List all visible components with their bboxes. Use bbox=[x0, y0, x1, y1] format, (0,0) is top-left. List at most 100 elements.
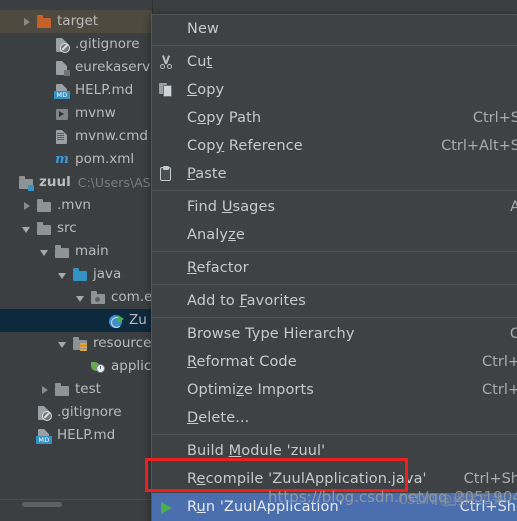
tree-row[interactable]: Zu bbox=[0, 309, 152, 332]
tree-row[interactable]: com.e bbox=[0, 286, 152, 309]
tree-row[interactable]: zuul C:\Users\ASU bbox=[0, 171, 152, 194]
menu-item[interactable]: Optimize Imports Ctrl+ bbox=[152, 376, 517, 404]
menu-item[interactable]: Refactor bbox=[152, 254, 517, 282]
menu-item-label: Browse Type Hierarchy bbox=[187, 326, 355, 342]
tree-row[interactable]: MD HELP.md bbox=[0, 424, 152, 447]
run-icon bbox=[158, 499, 174, 515]
menu-item[interactable]: Build Module 'zuul' bbox=[152, 437, 517, 465]
ide-window: target .gitignore eurekaserver.i MD HELP.md m… bbox=[0, 0, 517, 521]
menu-item-shortcut: A bbox=[510, 199, 517, 215]
markdown-file-icon: MD bbox=[36, 428, 52, 444]
file-icon bbox=[54, 60, 70, 76]
menu-item[interactable]: Copy Path Ctrl+S bbox=[152, 104, 517, 132]
menu-separator bbox=[152, 284, 517, 285]
menu-item-label: Optimize Imports bbox=[187, 382, 314, 398]
tree-row-label: eurekaserver.i bbox=[75, 59, 152, 75]
tree-row[interactable]: src bbox=[0, 217, 152, 240]
tree-row[interactable]: target bbox=[0, 10, 152, 33]
context-menu[interactable]: New Cut Copy Copy Path Ctrl+S Copy Reference C… bbox=[151, 14, 517, 521]
tree-row[interactable]: MD HELP.md bbox=[0, 79, 152, 102]
chevron-down-icon[interactable] bbox=[76, 293, 86, 303]
menu-item-label: Copy Reference bbox=[187, 138, 303, 154]
tree-row-label: src bbox=[57, 220, 77, 236]
chevron-down-icon[interactable] bbox=[58, 270, 68, 280]
menu-item[interactable]: Analyze bbox=[152, 221, 517, 249]
tree-row-label: java bbox=[93, 266, 122, 282]
tree-row[interactable]: mvnw.cmd bbox=[0, 125, 152, 148]
tree-row[interactable]: .gitignore bbox=[0, 401, 152, 424]
tree-row-label: .mvn bbox=[57, 197, 91, 213]
tree-row[interactable]: test bbox=[0, 378, 152, 401]
folder-gray-icon bbox=[36, 198, 52, 214]
menu-item-label: Find Usages bbox=[187, 199, 276, 215]
chevron-right-icon[interactable] bbox=[40, 385, 50, 395]
menu-item-label: Cut bbox=[187, 54, 213, 70]
menu-item-label: Refactor bbox=[187, 260, 249, 276]
tree-row-label: com.e bbox=[111, 289, 152, 305]
menu-item[interactable]: Add to Favorites bbox=[152, 287, 517, 315]
tree-row[interactable]: eurekaserver.i bbox=[0, 56, 152, 79]
menu-item[interactable]: Copy bbox=[152, 76, 517, 104]
tree-row-label: applic bbox=[111, 358, 152, 374]
tree-row-label: test bbox=[75, 381, 101, 397]
project-tree[interactable]: target .gitignore eurekaserver.i MD HELP.md m… bbox=[0, 0, 152, 507]
chevron-down-icon[interactable] bbox=[40, 247, 50, 257]
tree-row-label: mvnw.cmd bbox=[75, 128, 148, 144]
menu-item[interactable]: Reformat Code Ctrl+ bbox=[152, 348, 517, 376]
folder-gray-icon bbox=[54, 244, 70, 260]
tree-row-label: HELP.md bbox=[75, 82, 134, 98]
menu-item-shortcut: Ctrl+S bbox=[472, 110, 517, 126]
tree-row-label: .gitignore bbox=[57, 404, 122, 420]
menu-item-label: Delete... bbox=[187, 410, 250, 426]
menu-item-shortcut: Ctrl+ bbox=[482, 382, 517, 398]
tree-row[interactable]: applic bbox=[0, 355, 152, 378]
gitignore-file-icon bbox=[36, 405, 52, 421]
folder-orange-icon bbox=[36, 14, 52, 30]
tree-row[interactable]: mvnw bbox=[0, 102, 152, 125]
tree-row[interactable]: .gitignore bbox=[0, 33, 152, 56]
menu-item-shortcut: C bbox=[509, 326, 517, 342]
tree-row-label: mvnw bbox=[75, 105, 116, 121]
menu-item-label: Copy Path bbox=[187, 110, 262, 126]
tree-row[interactable]: resource bbox=[0, 332, 152, 355]
menu-item-label: Add to Favorites bbox=[187, 293, 306, 309]
folder-source-icon bbox=[72, 267, 88, 283]
chevron-down-icon[interactable] bbox=[58, 339, 68, 349]
menu-item-label: Recompile 'ZuulApplication.java' bbox=[187, 471, 427, 487]
menu-item[interactable]: Browse Type Hierarchy C bbox=[152, 320, 517, 348]
menu-item[interactable]: Copy Reference Ctrl+Alt+S bbox=[152, 132, 517, 160]
menu-item-shortcut: Ctrl+Alt+S bbox=[441, 138, 517, 154]
menu-item[interactable]: Paste bbox=[152, 160, 517, 188]
tree-row[interactable]: m pom.xml bbox=[0, 148, 152, 171]
menu-separator bbox=[152, 317, 517, 318]
tree-row-label: main bbox=[75, 243, 109, 259]
tree-row-label: HELP.md bbox=[57, 427, 116, 443]
scrollbar-thumb[interactable] bbox=[22, 502, 62, 507]
menu-item[interactable]: Delete... bbox=[152, 404, 517, 432]
tree-row[interactable]: main bbox=[0, 240, 152, 263]
menu-item[interactable]: Cut bbox=[152, 48, 517, 76]
copy-icon bbox=[158, 82, 174, 98]
resources-folder-icon bbox=[72, 336, 88, 352]
chevron-down-icon[interactable] bbox=[22, 224, 32, 234]
maven-file-icon: m bbox=[55, 151, 69, 167]
tree-row[interactable]: java bbox=[0, 263, 152, 286]
menu-item[interactable]: Find Usages A bbox=[152, 193, 517, 221]
tree-row[interactable]: .mvn bbox=[0, 194, 152, 217]
package-icon bbox=[90, 290, 106, 306]
spring-config-icon bbox=[90, 359, 106, 375]
module-folder-icon bbox=[18, 175, 34, 191]
gitignore-file-icon bbox=[54, 37, 70, 53]
menu-item[interactable]: New bbox=[152, 15, 517, 43]
menu-item-label: Reformat Code bbox=[187, 354, 297, 370]
menu-separator bbox=[152, 45, 517, 46]
chevron-right-icon[interactable] bbox=[22, 17, 32, 27]
watermark-handle: CSDN @程序工头 bbox=[398, 493, 505, 508]
chevron-right-icon[interactable] bbox=[22, 201, 32, 211]
